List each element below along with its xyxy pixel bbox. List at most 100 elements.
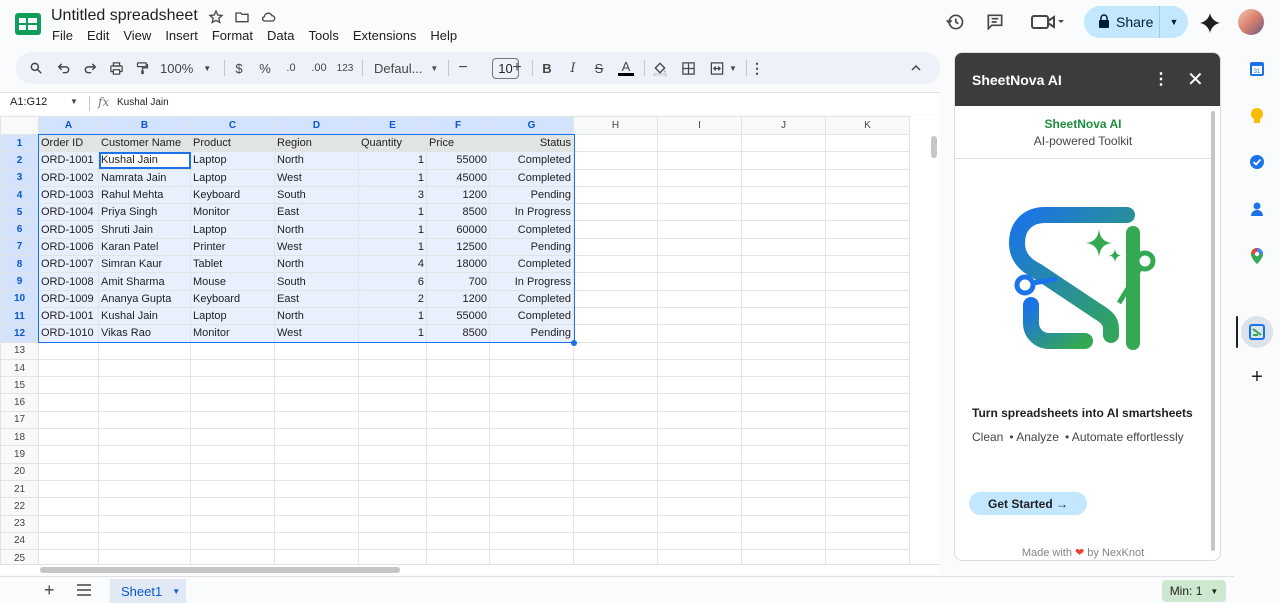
cell[interactable] xyxy=(489,428,574,447)
cell[interactable] xyxy=(573,358,658,378)
cell[interactable] xyxy=(573,272,658,291)
cell[interactable] xyxy=(573,237,658,257)
cell[interactable]: 55000 xyxy=(426,151,490,170)
close-icon[interactable]: ✕ xyxy=(1187,67,1204,92)
cell[interactable]: 1 xyxy=(358,168,427,187)
star-icon[interactable] xyxy=(206,8,226,26)
cell[interactable]: 8500 xyxy=(426,324,490,343)
cell[interactable] xyxy=(489,393,574,412)
increase-font-size-icon[interactable]: + xyxy=(508,52,526,84)
cell[interactable] xyxy=(657,237,742,257)
cell[interactable] xyxy=(741,445,826,464)
cell[interactable]: 1 xyxy=(358,220,427,239)
row-header[interactable]: 22 xyxy=(0,497,39,516)
zoom-select[interactable]: 100% ▼ xyxy=(160,52,216,84)
cell[interactable] xyxy=(825,203,910,222)
meet-icon[interactable] xyxy=(1030,12,1064,37)
cell[interactable] xyxy=(573,479,658,499)
get-addons-icon[interactable]: + xyxy=(1244,364,1270,390)
spreadsheet-grid[interactable]: ABCDEFGHIJK 1 Order ID Customer Name Produc… xyxy=(0,116,940,566)
cell[interactable]: North xyxy=(274,306,359,326)
cell[interactable] xyxy=(98,445,191,464)
vertical-scrollbar[interactable] xyxy=(928,116,940,566)
cell[interactable]: 1 xyxy=(358,324,427,343)
cell[interactable] xyxy=(426,428,490,447)
row-header[interactable]: 8 xyxy=(0,255,39,274)
cell[interactable]: ORD-1009 xyxy=(38,289,99,308)
tasks-icon[interactable] xyxy=(1244,149,1270,175)
cell[interactable] xyxy=(573,497,658,516)
cell[interactable] xyxy=(825,445,910,464)
cell[interactable] xyxy=(657,531,742,551)
column-header[interactable]: I xyxy=(657,116,742,135)
cell[interactable]: Keyboard xyxy=(190,289,275,308)
cell[interactable] xyxy=(657,151,742,170)
horizontal-scrollbar[interactable] xyxy=(0,564,940,574)
cell[interactable] xyxy=(741,531,826,551)
cell[interactable]: 1 xyxy=(358,306,427,326)
cell[interactable] xyxy=(38,341,99,360)
cell[interactable] xyxy=(98,462,191,481)
cell[interactable]: 1 xyxy=(358,203,427,222)
cell[interactable] xyxy=(38,358,99,378)
cell[interactable]: ORD-1001 xyxy=(38,151,99,170)
cell[interactable]: South xyxy=(274,185,359,205)
cell[interactable] xyxy=(274,514,359,533)
cell[interactable] xyxy=(825,220,910,239)
cell[interactable] xyxy=(426,479,490,499)
cell[interactable] xyxy=(741,479,826,499)
more-options-icon[interactable]: ⋮ xyxy=(750,52,764,84)
row-header[interactable]: 1 xyxy=(0,133,39,153)
cell[interactable] xyxy=(358,428,427,447)
row-header[interactable]: 5 xyxy=(0,203,39,222)
sheet-tab-sheet1[interactable]: Sheet1 ▼ xyxy=(110,579,186,603)
cell[interactable] xyxy=(274,479,359,499)
cell[interactable] xyxy=(825,479,910,499)
cell[interactable] xyxy=(741,272,826,291)
cell[interactable] xyxy=(741,393,826,412)
cell[interactable] xyxy=(741,255,826,274)
collapse-toolbar-icon[interactable] xyxy=(906,52,926,84)
cell[interactable] xyxy=(573,133,658,153)
cell[interactable]: Monitor xyxy=(190,324,275,343)
cell[interactable] xyxy=(98,497,191,516)
paint-format-icon[interactable] xyxy=(132,52,152,84)
cell[interactable]: Laptop xyxy=(190,220,275,239)
search-menus-icon[interactable] xyxy=(26,52,46,84)
cell[interactable] xyxy=(657,514,742,533)
cell[interactable] xyxy=(573,514,658,533)
chevron-down-icon[interactable]: ▼ xyxy=(172,587,180,596)
cell[interactable] xyxy=(657,445,742,464)
cell[interactable]: 8500 xyxy=(426,203,490,222)
cell[interactable] xyxy=(489,462,574,481)
cell[interactable]: Ananya Gupta xyxy=(98,289,191,308)
cell[interactable] xyxy=(825,376,910,395)
column-header[interactable]: C xyxy=(190,116,275,135)
cell[interactable]: 6 xyxy=(358,272,427,291)
cell[interactable]: ORD-1003 xyxy=(38,185,99,205)
cell[interactable]: ORD-1010 xyxy=(38,324,99,343)
cell[interactable] xyxy=(489,445,574,464)
cell[interactable] xyxy=(657,133,742,153)
cell[interactable] xyxy=(741,151,826,170)
cell[interactable]: Region xyxy=(274,133,359,153)
cell[interactable] xyxy=(741,428,826,447)
cell[interactable] xyxy=(741,514,826,533)
cell[interactable]: 12500 xyxy=(426,237,490,257)
cell[interactable] xyxy=(190,428,275,447)
cell[interactable] xyxy=(573,151,658,170)
cell[interactable] xyxy=(426,410,490,430)
cell[interactable]: Completed xyxy=(489,306,574,326)
cell[interactable]: Karan Patel xyxy=(98,237,191,257)
cell[interactable] xyxy=(573,220,658,239)
cell[interactable] xyxy=(657,462,742,481)
cell[interactable]: ORD-1004 xyxy=(38,203,99,222)
cell[interactable] xyxy=(573,168,658,187)
cell[interactable]: South xyxy=(274,272,359,291)
row-header[interactable]: 17 xyxy=(0,410,39,430)
cell[interactable]: Laptop xyxy=(190,168,275,187)
cell[interactable] xyxy=(274,462,359,481)
cell[interactable] xyxy=(190,462,275,481)
column-header[interactable]: B xyxy=(98,116,191,135)
cell[interactable] xyxy=(358,376,427,395)
